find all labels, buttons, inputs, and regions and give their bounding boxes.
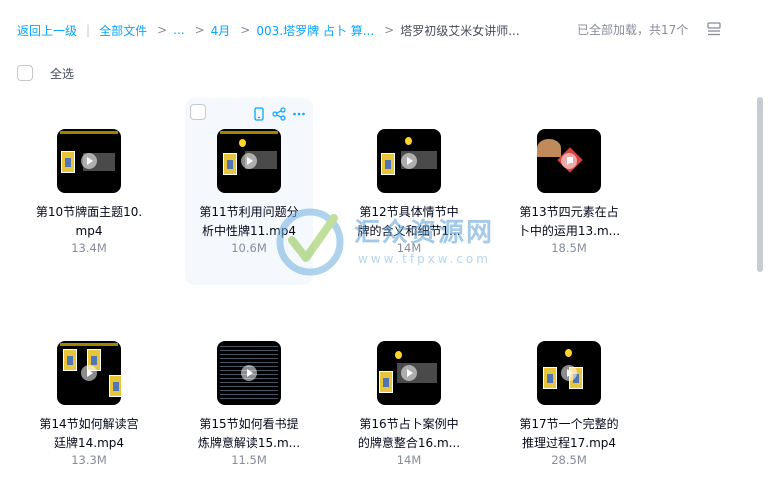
- video-thumbnail: [57, 341, 121, 405]
- file-name: 第16节占卜案例中 的牌意整合16.m...: [357, 417, 461, 450]
- file-card[interactable]: 第15节如何看书提 炼牌意解读15.m... 11.5M: [185, 310, 313, 483]
- back-link[interactable]: 返回上一级: [17, 22, 77, 39]
- top-bar: 返回上一级 | 全部文件 > ... > 4月 > 003.塔罗牌 占卜 算..…: [0, 0, 780, 58]
- breadcrumb-divider: |: [86, 23, 91, 37]
- video-thumbnail: [217, 341, 281, 405]
- file-card[interactable]: 第11节利用问题分 析中性牌11.mp4 10.6M: [185, 98, 313, 285]
- video-thumbnail: [377, 341, 441, 405]
- file-card[interactable]: 第10节牌面主题10. mp4 13.4M: [25, 98, 153, 285]
- breadcrumb-current: 塔罗初级艾米女讲师...: [400, 23, 520, 38]
- video-thumbnail: [537, 341, 601, 405]
- chevron-right-icon: >: [157, 23, 168, 37]
- more-icon[interactable]: [291, 106, 307, 122]
- breadcrumb-ellipsis[interactable]: ...: [173, 23, 184, 37]
- file-card[interactable]: 第12节具体情节中 牌的含义和细节1... 14M: [345, 98, 473, 285]
- file-card[interactable]: 第13节四元素在占 卜中的运用13.m... 18.5M: [505, 98, 633, 285]
- play-icon: [401, 365, 417, 381]
- select-all: 全选: [17, 64, 74, 82]
- play-icon: [241, 365, 257, 381]
- file-name: 第13节四元素在占 卜中的运用13.m...: [517, 205, 621, 238]
- file-size: 13.3M: [71, 453, 107, 467]
- file-name: 第12节具体情节中 牌的含义和细节1...: [357, 205, 461, 238]
- file-name: 第17节一个完整的 推理过程17.mp4: [519, 417, 619, 450]
- list-view-icon[interactable]: [706, 21, 722, 37]
- play-icon: [241, 153, 257, 169]
- select-all-label: 全选: [50, 66, 75, 81]
- file-checkbox[interactable]: [190, 104, 206, 120]
- breadcrumb-all-files[interactable]: 全部文件: [99, 22, 147, 39]
- scrollbar-thumb[interactable]: [757, 97, 763, 272]
- play-icon: [81, 153, 97, 169]
- video-thumbnail: [537, 129, 601, 193]
- file-name: 第14节如何解读宫 廷牌14.mp4: [39, 417, 139, 450]
- card-toolbar: [251, 106, 311, 122]
- video-thumbnail: [57, 129, 121, 193]
- file-card[interactable]: 第14节如何解读宫 廷牌14.mp4 13.3M: [25, 310, 153, 483]
- file-card[interactable]: 第16节占卜案例中 的牌意整合16.m... 14M: [345, 310, 473, 483]
- phone-icon[interactable]: [251, 106, 267, 122]
- select-all-checkbox[interactable]: [17, 65, 33, 81]
- breadcrumb-folder[interactable]: 003.塔罗牌 占卜 算...: [256, 22, 374, 39]
- file-size: 28.5M: [551, 453, 587, 467]
- file-name: 第11节利用问题分 析中性牌11.mp4: [199, 205, 299, 238]
- file-name: 第15节如何看书提 炼牌意解读15.m...: [197, 417, 301, 450]
- file-name: 第10节牌面主题10. mp4: [35, 205, 143, 238]
- play-icon: [561, 153, 577, 169]
- video-thumbnail: [217, 129, 281, 193]
- share-icon[interactable]: [271, 106, 287, 122]
- video-thumbnail: [377, 129, 441, 193]
- file-size: 18.5M: [551, 241, 587, 255]
- file-size: 13.4M: [71, 241, 107, 255]
- load-status: 已全部加载，共17个: [577, 23, 689, 37]
- chevron-right-icon: >: [384, 23, 395, 37]
- breadcrumb-month[interactable]: 4月: [211, 22, 231, 39]
- file-size: 10.6M: [231, 241, 267, 255]
- breadcrumb: 返回上一级 | 全部文件 > ... > 4月 > 003.塔罗牌 占卜 算..…: [17, 21, 520, 39]
- file-size: 11.5M: [231, 453, 267, 467]
- chevron-right-icon: >: [194, 23, 205, 37]
- file-size: 14M: [396, 453, 422, 467]
- play-icon: [81, 365, 97, 381]
- chevron-right-icon: >: [240, 23, 251, 37]
- file-card[interactable]: 第17节一个完整的 推理过程17.mp4 28.5M: [505, 310, 633, 483]
- play-icon: [401, 153, 417, 169]
- file-size: 14M: [396, 241, 422, 255]
- play-icon: [561, 365, 577, 381]
